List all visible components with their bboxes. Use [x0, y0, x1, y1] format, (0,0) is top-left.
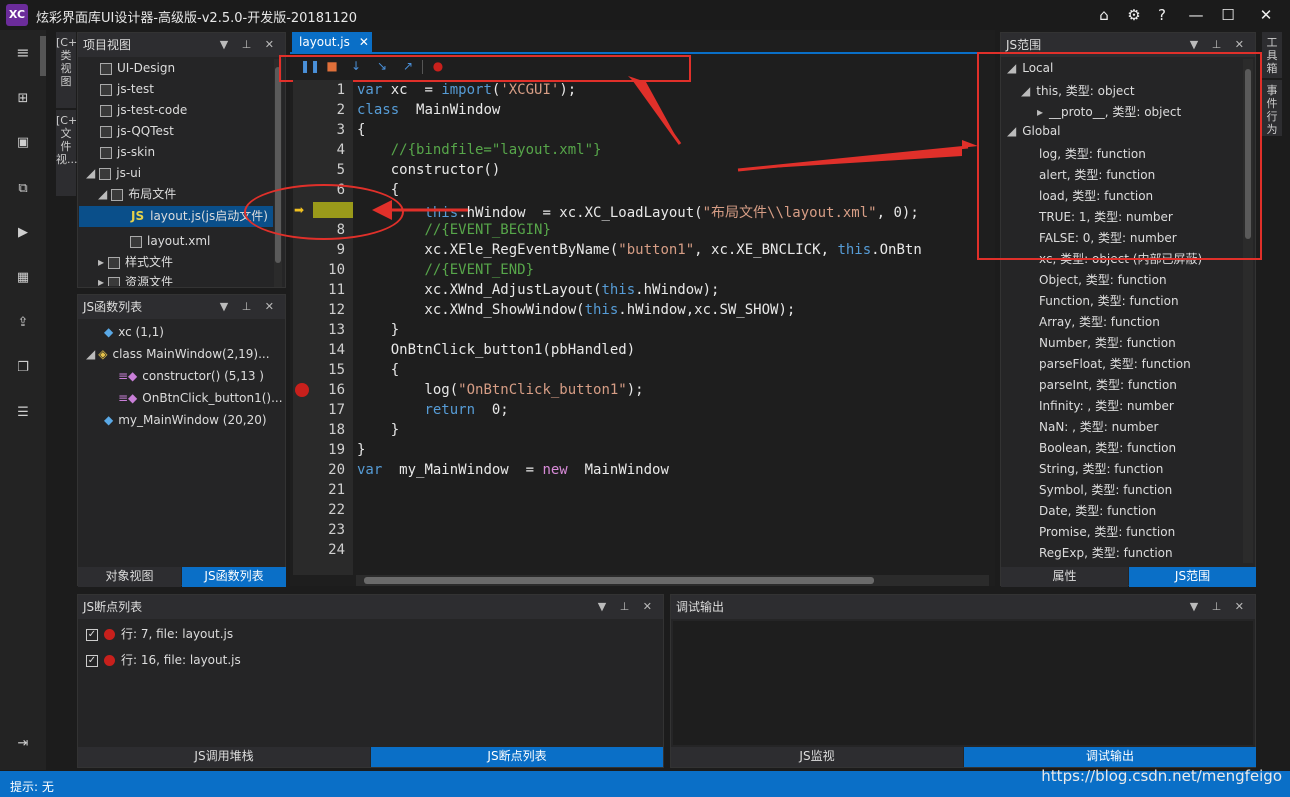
- scope-item[interactable]: parseFloat, 类型: function: [1039, 355, 1191, 372]
- watermark: https://blog.csdn.net/mengfeigo: [1041, 767, 1282, 785]
- output-text-area[interactable]: [673, 621, 1253, 745]
- scope-item[interactable]: Date, 类型: function: [1039, 502, 1156, 519]
- status-text: 提示: 无: [10, 780, 54, 794]
- scope-item[interactable]: Function, 类型: function: [1039, 292, 1179, 309]
- tab-properties[interactable]: 属性: [1001, 567, 1128, 587]
- annotation-box-scope: [977, 52, 1262, 260]
- arrow-shaft-toolbar: [632, 79, 682, 145]
- scope-item[interactable]: Symbol, 类型: function: [1039, 481, 1172, 498]
- checkbox[interactable]: ✓: [86, 654, 98, 667]
- tab-js-call-stack[interactable]: JS调用堆栈: [78, 747, 370, 767]
- side-tab-toolbox[interactable]: 工具箱: [1262, 32, 1282, 78]
- panel-title: JS范围: [1006, 38, 1042, 52]
- breakpoint-item[interactable]: ✓ 行: 16, file: layout.js: [86, 651, 241, 668]
- panel-title: JS断点列表: [83, 600, 143, 614]
- scope-item[interactable]: Object, 类型: function: [1039, 271, 1167, 288]
- tab-js-scope[interactable]: JS范围: [1129, 567, 1256, 587]
- breakpoint-item[interactable]: ✓ 行: 7, file: layout.js: [86, 625, 233, 642]
- scope-item[interactable]: String, 类型: function: [1039, 460, 1163, 477]
- breakpoint-icon: [104, 629, 115, 640]
- scope-item[interactable]: Boolean, 类型: function: [1039, 439, 1176, 456]
- debug-output-panel: 调试输出 ▼ ⊥ ✕ JS监视 调试输出: [670, 594, 1256, 768]
- panel-controls[interactable]: ▼ ⊥ ✕: [1190, 595, 1249, 619]
- scope-item[interactable]: Infinity: , 类型: number: [1039, 397, 1174, 414]
- breakpoint-icon: [104, 655, 115, 666]
- panel-title: 调试输出: [676, 600, 725, 614]
- scope-item[interactable]: parseInt, 类型: function: [1039, 376, 1177, 393]
- scope-item[interactable]: NaN: , 类型: number: [1039, 418, 1159, 435]
- breakpoint-list-panel: JS断点列表 ▼ ⊥ ✕ ✓ 行: 7, file: layout.js ✓ 行: 1…: [77, 594, 664, 768]
- panel-controls[interactable]: ▼ ⊥ ✕: [598, 595, 657, 619]
- tab-js-breakpoint-list[interactable]: JS断点列表: [371, 747, 663, 767]
- scope-item[interactable]: Number, 类型: function: [1039, 334, 1176, 351]
- scope-item[interactable]: Promise, 类型: function: [1039, 523, 1175, 540]
- panel-header: JS断点列表 ▼ ⊥ ✕: [78, 595, 663, 619]
- panel-header: 调试输出 ▼ ⊥ ✕: [671, 595, 1255, 619]
- tab-debug-output[interactable]: 调试输出: [964, 747, 1256, 767]
- side-tab-event-behavior[interactable]: 事件行为: [1262, 80, 1282, 136]
- arrow-shaft-scope: [737, 145, 969, 172]
- scope-item[interactable]: RegExp, 类型: function: [1039, 544, 1173, 561]
- checkbox[interactable]: ✓: [86, 628, 98, 641]
- scope-item[interactable]: Array, 类型: function: [1039, 313, 1160, 330]
- tab-js-watch[interactable]: JS监视: [671, 747, 963, 767]
- arrow-to-breakpoint: [372, 200, 392, 220]
